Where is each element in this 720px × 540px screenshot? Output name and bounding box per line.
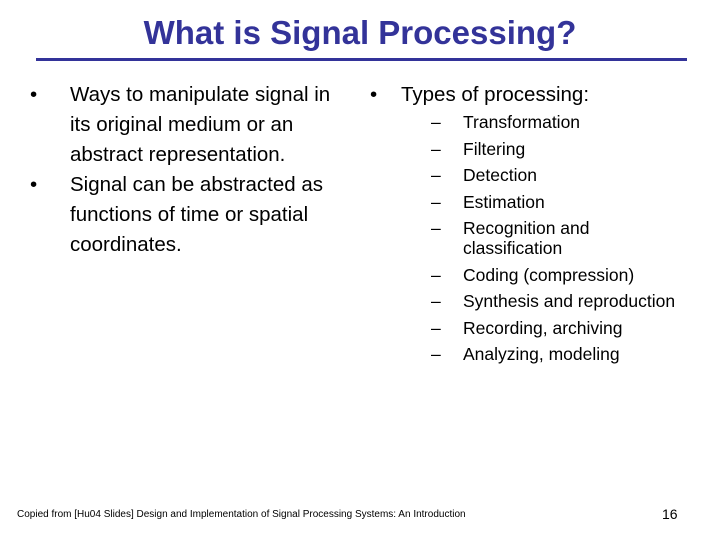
slide-footer-citation: Copied from [Hu04 Slides] Design and Imp…: [17, 509, 466, 520]
sub-item: – Transformation: [431, 112, 708, 132]
dash-icon: –: [431, 317, 441, 338]
processing-types-list: – Transformation – Filtering – Detection – E…: [431, 112, 708, 364]
right-bullet-list: • Types of processing:: [368, 80, 708, 110]
sub-item: – Filtering: [431, 139, 708, 159]
page-number: 16: [662, 506, 678, 522]
sub-item: – Estimation: [431, 192, 708, 212]
sub-item: – Detection: [431, 165, 708, 185]
bullet-icon: •: [30, 83, 38, 106]
sub-item-text: Recording, archiving: [463, 317, 623, 338]
sub-item-text: Coding (compression): [463, 264, 635, 285]
bullet-item: • Types of processing:: [368, 80, 708, 110]
bullet-text: Types of processing:: [401, 83, 590, 106]
bullet-icon: •: [370, 83, 378, 106]
bullet-text: Signal can be abstracted as functions of…: [70, 173, 323, 256]
left-column: • Ways to manipulate signal in its origi…: [28, 80, 348, 260]
bullet-text: Ways to manipulate signal in its origina…: [70, 83, 331, 166]
bullet-icon: •: [30, 173, 38, 196]
title-underline: [36, 58, 687, 61]
dash-icon: –: [431, 264, 441, 285]
dash-icon: –: [431, 218, 441, 238]
sub-item: – Synthesis and reproduction: [431, 291, 708, 311]
sub-item-text: Transformation: [463, 112, 581, 132]
sub-item-text: Detection: [463, 165, 537, 185]
sub-item-text: Estimation: [463, 191, 545, 212]
bullet-item: • Ways to manipulate signal in its origi…: [28, 80, 348, 170]
sub-item: – Coding (compression): [431, 265, 708, 285]
dash-icon: –: [431, 344, 441, 364]
dash-icon: –: [431, 165, 441, 185]
dash-icon: –: [431, 112, 441, 132]
right-column: • Types of processing: – Transformation –…: [368, 80, 708, 371]
bullet-item: • Signal can be abstracted as functions …: [28, 170, 348, 260]
dash-icon: –: [431, 138, 441, 159]
left-bullet-list: • Ways to manipulate signal in its origi…: [28, 80, 348, 260]
sub-item-text: Synthesis and reproduction: [463, 291, 676, 311]
sub-item-text: Analyzing, modeling: [463, 344, 620, 364]
sub-item: – Recognition and classification: [431, 218, 633, 258]
sub-item: – Recording, archiving: [431, 318, 708, 338]
sub-item: – Analyzing, modeling: [431, 344, 708, 364]
dash-icon: –: [431, 191, 441, 212]
dash-icon: –: [431, 291, 441, 311]
slide-title: What is Signal Processing?: [143, 14, 577, 51]
sub-item-text: Filtering: [463, 138, 526, 159]
sub-item-text: Recognition and classification: [463, 218, 590, 258]
